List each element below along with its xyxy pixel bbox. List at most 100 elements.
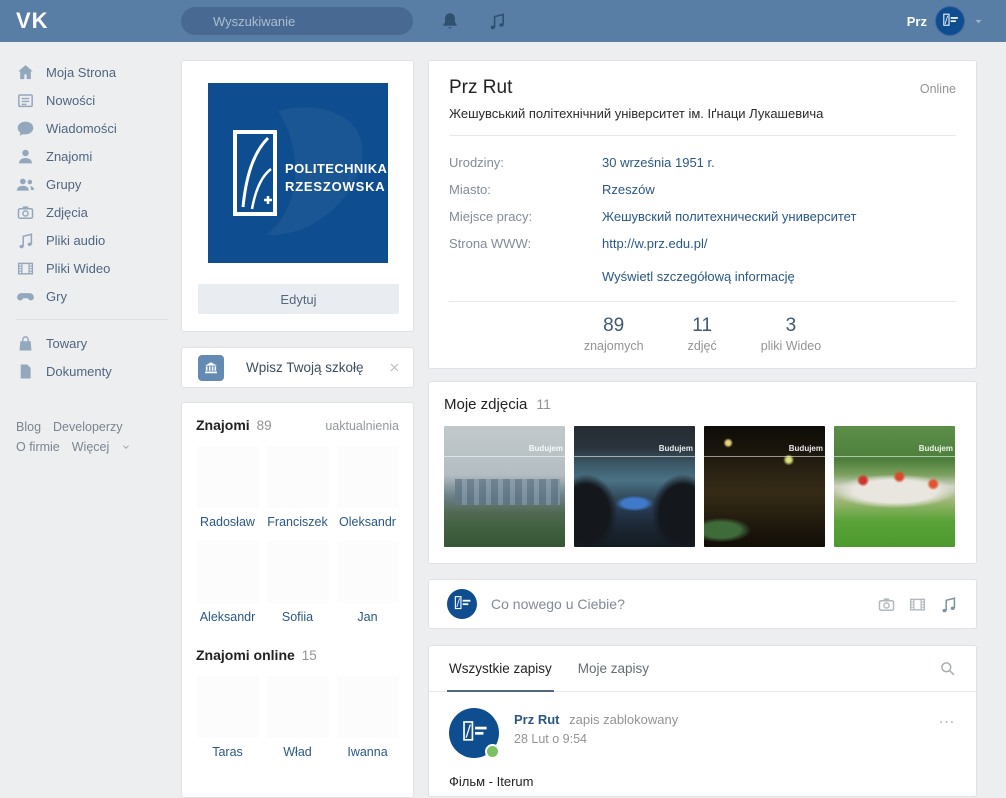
close-icon[interactable] xyxy=(388,361,401,374)
film-icon[interactable] xyxy=(908,595,927,614)
photo-night-concert-crowd[interactable]: Budujem xyxy=(704,426,825,547)
detail-label: Urodziny: xyxy=(449,155,602,170)
news-icon xyxy=(16,91,35,110)
search-input[interactable] xyxy=(181,7,413,35)
sidebar-item-znajomi[interactable]: Znajomi xyxy=(16,142,168,170)
friends-updates-link[interactable]: uaktualnienia xyxy=(325,419,399,433)
detail-value[interactable]: http://w.prz.edu.pl/ xyxy=(602,236,708,251)
online-indicator xyxy=(485,744,500,759)
sidebar-item-gry[interactable]: Gry xyxy=(16,282,168,310)
sidebar-item-grupy[interactable]: Grupy xyxy=(16,170,168,198)
footer-link-wiecej[interactable]: Więcej xyxy=(72,440,110,454)
footer-link-developerzy[interactable]: Developerzy xyxy=(53,420,122,434)
friend-item[interactable]: Wład xyxy=(266,676,329,759)
sidebar-item-label: Pliki Wideo xyxy=(46,261,110,276)
counter-label: zdjęć xyxy=(688,339,717,353)
friends-online-count: 15 xyxy=(302,648,317,663)
friend-item[interactable]: Radosław xyxy=(196,446,259,529)
friends-title[interactable]: Znajomi xyxy=(196,417,250,433)
music-icon[interactable] xyxy=(939,595,958,614)
detail-value[interactable]: Жешувский политехнический университет xyxy=(602,209,856,224)
friend-item[interactable]: Taras xyxy=(196,676,259,759)
photo-campus-building[interactable]: Budujem xyxy=(444,426,565,547)
camera-icon[interactable] xyxy=(877,595,896,614)
sidebar-divider xyxy=(16,319,168,320)
post-avatar[interactable] xyxy=(449,708,499,758)
counter-friends[interactable]: 89znajomych xyxy=(584,315,644,353)
sidebar-item-label: Znajomi xyxy=(46,149,92,164)
profile-photo[interactable]: POLITECHNIKA RZESZOWSKA xyxy=(208,83,388,263)
detail-value[interactable]: Rzeszów xyxy=(602,182,655,197)
post-timestamp[interactable]: 28 Lut o 9:54 xyxy=(514,732,678,746)
photo-watermark: Budujem xyxy=(789,444,823,453)
composer-input[interactable]: Co nowego u Ciebie? xyxy=(491,596,877,612)
document-icon xyxy=(16,362,35,381)
profile-counters: 89znajomych 11 zdjęć 3pliki Wideo xyxy=(449,301,956,368)
sidebar-item-label: Dokumenty xyxy=(46,364,112,379)
sidebar-item-label: Towary xyxy=(46,336,87,351)
school-suggestion-card: Wpisz Twoją szkołę xyxy=(181,347,414,388)
post-actions-menu[interactable]: … xyxy=(938,714,956,722)
friend-name: Sofiia xyxy=(266,610,329,624)
footer-link-blog[interactable]: Blog xyxy=(16,420,41,434)
friend-name: Jan xyxy=(336,610,399,624)
sidebar-item-nowosci[interactable]: Nowości xyxy=(16,86,168,114)
counter-photos[interactable]: 11 zdjęć xyxy=(688,315,717,353)
gamepad-icon xyxy=(16,287,35,306)
wall-search-icon[interactable] xyxy=(939,660,956,677)
friend-item[interactable]: Oleksandr xyxy=(336,446,399,529)
sidebar-item-label: Gry xyxy=(46,289,67,304)
status-line[interactable]: Жешувський політехнічний університет ім.… xyxy=(449,106,956,121)
profile-info-card: Prz Rut Online Жешувський політехнічний … xyxy=(428,60,977,369)
detail-label: Strona WWW: xyxy=(449,236,602,251)
friend-item[interactable]: Jan xyxy=(336,541,399,624)
friend-name: Oleksandr xyxy=(336,515,399,529)
tab-all-posts[interactable]: Wszystkie zapisy xyxy=(449,646,552,691)
sidebar-item-zdjecia[interactable]: Zdjęcia xyxy=(16,198,168,226)
photo-airplane-cockpit[interactable]: Budujem xyxy=(574,426,695,547)
counter-value: 11 xyxy=(688,315,717,337)
friend-item[interactable]: Iwanna xyxy=(336,676,399,759)
photos-title[interactable]: Moje zdjęcia xyxy=(444,396,527,413)
photo-folk-dancers[interactable]: Budujem xyxy=(834,426,955,547)
photo-watermark-line xyxy=(444,456,565,457)
messages-icon xyxy=(16,119,35,138)
post-author-link[interactable]: Prz Rut xyxy=(514,712,560,727)
school-prompt-link[interactable]: Wpisz Twoją szkołę xyxy=(246,360,388,375)
sidebar-item-pliki-audio[interactable]: Pliki audio xyxy=(16,226,168,254)
friend-item[interactable]: Sofiia xyxy=(266,541,329,624)
sidebar-item-moja-strona[interactable]: Moja Strona xyxy=(16,58,168,86)
my-photos-card: Moje zdjęcia 11 Budujem Budujem Budujem … xyxy=(428,381,977,564)
sidebar-item-pliki-wideo[interactable]: Pliki Wideo xyxy=(16,254,168,282)
sidebar-item-wiadomosci[interactable]: Wiadomości xyxy=(16,114,168,142)
detail-value[interactable]: 30 września 1951 r. xyxy=(602,155,715,170)
camera-icon xyxy=(16,203,35,222)
sidebar-item-dokumenty[interactable]: Dokumenty xyxy=(16,357,168,385)
edit-profile-button[interactable]: Edytuj xyxy=(198,284,399,314)
friends-count: 89 xyxy=(257,418,272,433)
main-column: Prz Rut Online Жешувський політехнічний … xyxy=(428,60,977,797)
sidebar-item-towary[interactable]: Towary xyxy=(16,329,168,357)
music-icon[interactable] xyxy=(487,11,507,31)
friends-card: Znajomi 89 uaktualnienia Radosław Franci… xyxy=(181,402,414,798)
avatar[interactable] xyxy=(447,589,477,619)
friend-item[interactable]: Franciszek xyxy=(266,446,329,529)
friend-item[interactable]: Aleksandr xyxy=(196,541,259,624)
friends-online-grid: Taras Wład Iwanna xyxy=(196,676,399,759)
user-menu[interactable]: Prz xyxy=(907,0,984,42)
bell-icon[interactable] xyxy=(440,11,460,31)
sidebar-item-label: Wiadomości xyxy=(46,121,117,136)
film-icon xyxy=(16,259,35,278)
friend-avatar xyxy=(337,676,399,738)
vk-logo[interactable]: VK xyxy=(16,8,49,34)
photo-watermark: Budujem xyxy=(919,444,953,453)
tab-my-posts[interactable]: Moje zapisy xyxy=(578,646,649,691)
friend-avatar xyxy=(337,446,399,508)
show-details-link[interactable]: Wyświetl szczegółową informację xyxy=(602,269,956,284)
counter-label: znajomych xyxy=(584,339,644,353)
detail-row: Strona WWW:http://w.prz.edu.pl/ xyxy=(449,230,956,257)
counter-label: pliki Wideo xyxy=(761,339,821,353)
footer-link-o-firmie[interactable]: O firmie xyxy=(16,440,60,454)
friends-online-title[interactable]: Znajomi online xyxy=(196,647,295,663)
counter-videos[interactable]: 3pliki Wideo xyxy=(761,315,821,353)
